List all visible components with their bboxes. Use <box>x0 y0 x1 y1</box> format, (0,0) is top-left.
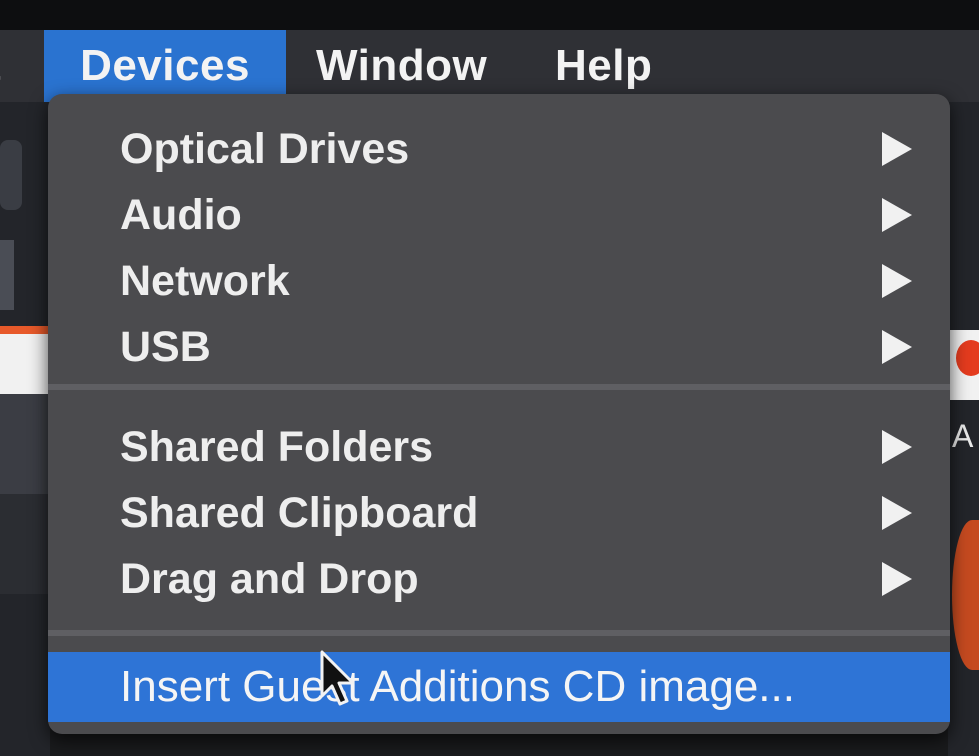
submenu-arrow-icon <box>882 330 912 364</box>
menu-item-drag-and-drop[interactable]: Drag and Drop <box>48 546 950 612</box>
menu-separator <box>48 630 950 636</box>
devices-dropdown-menu: Optical Drives Audio Network USB Shared … <box>48 94 950 734</box>
menu-item-audio[interactable]: Audio <box>48 182 950 248</box>
background-red-icon <box>956 340 979 376</box>
menu-item-network[interactable]: Network <box>48 248 950 314</box>
background-text-fragment: A <box>952 418 974 454</box>
menu-devices[interactable]: Devices <box>44 30 286 102</box>
menu-item-label: Shared Clipboard <box>120 488 479 537</box>
submenu-arrow-icon <box>882 132 912 166</box>
menu-bar: t Devices Window Help <box>0 30 979 102</box>
background-panel <box>0 334 48 394</box>
menu-item-label: Insert Guest Additions CD image... <box>120 662 795 711</box>
mouse-cursor-icon <box>320 650 355 706</box>
submenu-arrow-icon <box>882 562 912 596</box>
menu-edit-fragment[interactable]: t <box>0 30 36 102</box>
menu-item-shared-clipboard[interactable]: Shared Clipboard <box>48 480 950 546</box>
menu-item-insert-guest-additions[interactable]: Insert Guest Additions CD image... <box>48 652 950 722</box>
menu-window[interactable]: Window <box>316 30 496 102</box>
top-bezel <box>0 0 979 30</box>
submenu-arrow-icon <box>882 198 912 232</box>
menu-item-label: Shared Folders <box>120 422 434 471</box>
menu-item-label: Optical Drives <box>120 124 410 173</box>
screen: A t Devices Window Help Optical Drives A… <box>0 0 979 756</box>
menu-separator <box>48 384 950 390</box>
background-panel <box>0 494 48 594</box>
menu-item-optical-drives[interactable]: Optical Drives <box>48 116 950 182</box>
background-widget <box>0 240 14 310</box>
menu-item-label: Audio <box>120 190 242 239</box>
background-panel <box>0 394 48 494</box>
menu-help[interactable]: Help <box>555 30 665 102</box>
menu-item-label: Network <box>120 256 290 305</box>
menu-item-shared-folders[interactable]: Shared Folders <box>48 414 950 480</box>
submenu-arrow-icon <box>882 264 912 298</box>
menu-item-label: USB <box>120 322 211 371</box>
background-widget <box>0 140 22 210</box>
menu-item-usb[interactable]: USB <box>48 314 950 380</box>
background-accent <box>0 326 48 334</box>
menu-item-label: Drag and Drop <box>120 554 419 603</box>
submenu-arrow-icon <box>882 430 912 464</box>
submenu-arrow-icon <box>882 496 912 530</box>
